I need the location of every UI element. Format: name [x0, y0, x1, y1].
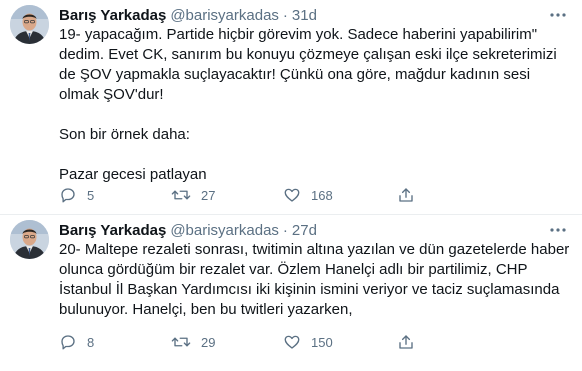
- tweet-paragraph: Pazar gecesi patlayan: [59, 166, 207, 183]
- reply-button[interactable]: 8: [59, 332, 94, 352]
- retweet-button[interactable]: 27: [171, 185, 215, 205]
- separator-dot: ·: [282, 222, 288, 239]
- avatar[interactable]: [10, 220, 49, 259]
- share-button[interactable]: [397, 332, 415, 352]
- retweet-count: 27: [201, 187, 216, 203]
- tweet-paragraph: 20- Maltepe rezaleti sonrası, twitimin a…: [59, 241, 574, 318]
- reply-icon: [61, 335, 75, 350]
- like-button[interactable]: 168: [283, 185, 333, 205]
- tweet-text: 20- Maltepe rezaleti sonrası, twitimin a…: [59, 240, 573, 320]
- display-name[interactable]: Barış Yarkadaş: [59, 7, 166, 24]
- user-handle[interactable]: @barisyarkadas: [170, 222, 279, 239]
- tweet-header: Barış Yarkadaş @barisyarkadas · 27d: [59, 221, 317, 241]
- like-count: 150: [311, 334, 333, 350]
- retweet-count: 29: [201, 334, 216, 350]
- like-count: 168: [311, 187, 333, 203]
- share-icon: [399, 335, 413, 349]
- timestamp[interactable]: 31d: [292, 7, 317, 24]
- tweet-text: 19- yapacağım. Partide hiçbir görevim yo…: [59, 25, 573, 185]
- reply-icon: [61, 188, 75, 203]
- share-button[interactable]: [397, 185, 415, 205]
- display-name[interactable]: Barış Yarkadaş: [59, 222, 166, 239]
- like-button[interactable]: 150: [283, 332, 333, 352]
- reply-count: 5: [87, 187, 95, 203]
- tweet-actions: 8 29 150: [59, 332, 539, 352]
- more-icon[interactable]: [548, 223, 568, 237]
- retweet-icon: [171, 337, 191, 347]
- like-icon: [284, 188, 300, 202]
- timestamp[interactable]: 27d: [292, 222, 317, 239]
- retweet-icon: [171, 190, 191, 200]
- tweet[interactable]: Barış Yarkadaş @barisyarkadas · 31d 19- yap…: [0, 0, 582, 215]
- tweet-header: Barış Yarkadaş @barisyarkadas · 31d: [59, 6, 317, 26]
- separator-dot: ·: [282, 7, 288, 24]
- reply-count: 8: [87, 334, 95, 350]
- tweet-paragraph: Son bir örnek daha:: [59, 126, 190, 143]
- tweet-paragraph: 19- yapacağım. Partide hiçbir görevim yo…: [59, 26, 561, 103]
- user-handle[interactable]: @barisyarkadas: [170, 7, 279, 24]
- reply-button[interactable]: 5: [59, 185, 94, 205]
- tweet[interactable]: Barış Yarkadaş @barisyarkadas · 27d 20- Mal…: [0, 215, 582, 371]
- retweet-button[interactable]: 29: [171, 332, 215, 352]
- tweet-actions: 5 27 168: [59, 185, 539, 205]
- like-icon: [284, 335, 300, 349]
- more-icon[interactable]: [548, 8, 568, 22]
- share-icon: [399, 188, 413, 202]
- avatar[interactable]: [10, 5, 49, 44]
